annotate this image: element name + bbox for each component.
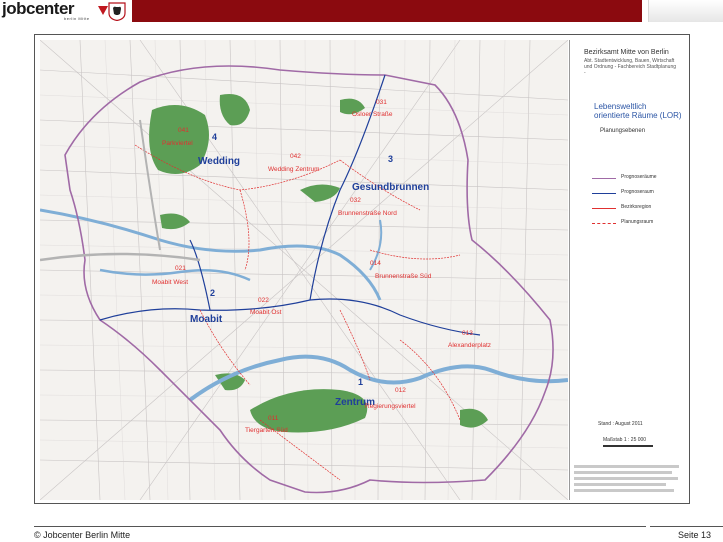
region-name: Osloer Straße — [352, 111, 393, 118]
header-bar — [132, 0, 642, 22]
area-number: 4 — [212, 132, 217, 142]
legend-line-icon — [592, 193, 616, 194]
legend-row: Prognoseräume — [592, 174, 682, 182]
legend-line-icon — [592, 208, 616, 209]
legend-lor-title: Lebensweltlich orientierte Räume (LOR) — [594, 102, 682, 120]
fine-print — [574, 489, 674, 492]
region-code: 031 — [376, 99, 387, 106]
area-name: Wedding — [198, 156, 240, 167]
region-name: Brunnenstraße Nord — [338, 210, 397, 217]
logo-subtitle: berlin Mitte — [64, 16, 90, 21]
region-name: Wedding Zentrum — [268, 166, 320, 173]
region-code: 011 — [268, 415, 279, 422]
area-number: 2 — [210, 288, 215, 298]
legend-department: Abt. Stadtentwicklung, Bauen, Wirtschaft… — [584, 58, 677, 76]
legend-line-icon — [592, 223, 616, 224]
district-map: 1 Zentrum 2 Moabit 3 Gesundbrunnen 4 Wed… — [40, 40, 568, 500]
fine-print — [574, 471, 672, 474]
fine-print — [574, 465, 679, 468]
header: jobcenter berlin Mitte — [0, 0, 723, 22]
region-name: Parkviertel — [162, 140, 193, 147]
legend-label: Bezirksregion — [621, 204, 652, 210]
legend-row: Planungsraum — [592, 219, 682, 227]
region-code: 022 — [258, 297, 269, 304]
area-number: 1 — [358, 377, 363, 387]
region-name: Regierungsviertel — [365, 403, 416, 410]
region-code: 014 — [370, 260, 381, 267]
page-number: Seite 13 — [678, 530, 712, 540]
legend-row: Prognoseraum — [592, 189, 682, 197]
jobcenter-logo: jobcenter berlin Mitte — [2, 0, 128, 21]
region-code: 041 — [178, 127, 189, 134]
legend-label: Prognoseräume — [621, 174, 657, 180]
region-code: 012 — [395, 387, 406, 394]
region-name: Brunnenstraße Süd — [375, 273, 432, 280]
legend-lor-subtitle: Planungsebenen — [600, 128, 646, 134]
legend-date: Stand : August 2011 — [598, 421, 643, 427]
fine-print — [574, 483, 666, 486]
scale-bar — [603, 445, 653, 447]
legend-row: Bezirksregion — [592, 204, 682, 212]
map-legend: Bezirksamt Mitte von Berlin Abt. Stadten… — [569, 40, 685, 500]
legend-scale: Maßstab 1 : 25 000 — [603, 437, 647, 443]
area-name: Moabit — [190, 314, 223, 325]
region-name: Tiergarten Süd — [245, 427, 288, 434]
region-name: Moabit Ost — [250, 309, 282, 316]
region-code: 021 — [175, 265, 186, 272]
region-code: 013 — [462, 330, 473, 337]
legend-line-icon — [592, 178, 616, 179]
logo-arrow-icon — [98, 6, 108, 15]
footer-divider — [34, 526, 646, 527]
legend-label: Prognoseraum — [621, 189, 654, 195]
legend-title: Bezirksamt Mitte von Berlin — [584, 49, 669, 56]
map-frame: 1 Zentrum 2 Moabit 3 Gesundbrunnen 4 Wed… — [34, 34, 690, 504]
footer-copyright: © Jobcenter Berlin Mitte — [34, 530, 131, 540]
legend-label: Planungsraum — [621, 219, 654, 225]
area-name: Gesundbrunnen — [352, 182, 429, 193]
region-name: Moabit West — [152, 279, 188, 286]
berlin-bear-icon — [108, 2, 126, 21]
area-number: 3 — [388, 154, 393, 164]
fine-print — [574, 477, 678, 480]
region-code: 042 — [290, 153, 301, 160]
footer-divider — [650, 526, 723, 527]
header-corner — [648, 0, 723, 22]
region-code: 032 — [350, 197, 361, 204]
region-name: Alexanderplatz — [448, 342, 491, 349]
